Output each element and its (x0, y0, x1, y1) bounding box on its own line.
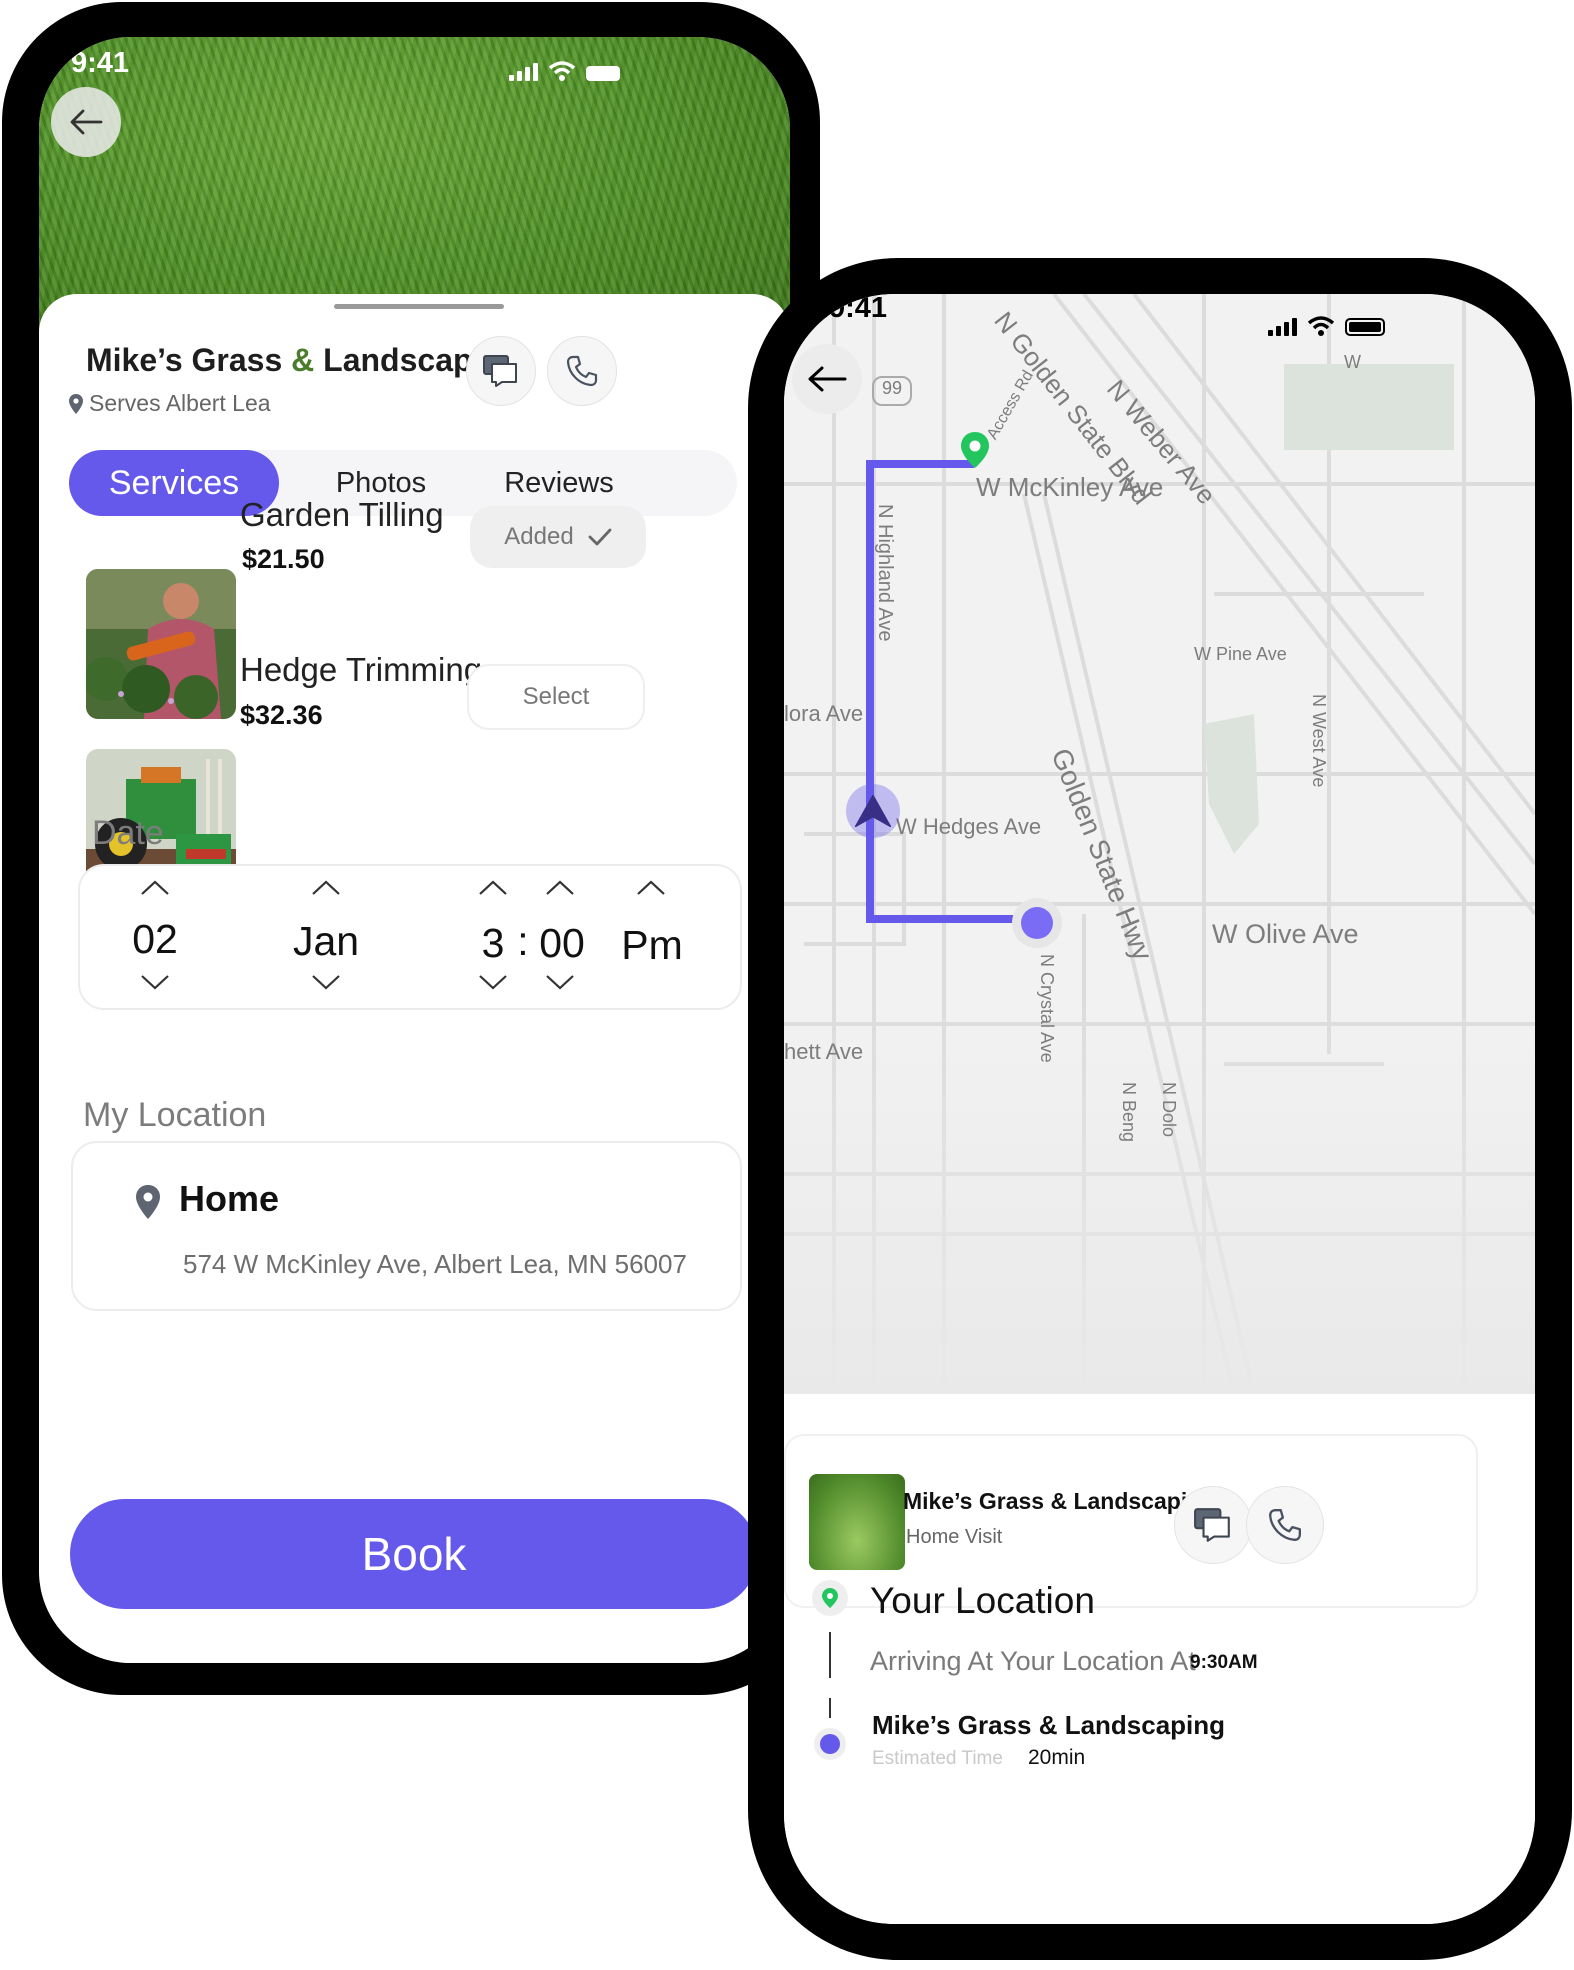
chat-button[interactable] (1174, 1486, 1252, 1564)
location-name: Home (179, 1178, 280, 1219)
location-pin-icon (822, 1588, 838, 1608)
garden-tilling-image (86, 569, 236, 719)
chevron-down-icon[interactable] (478, 974, 508, 990)
select-label: Select (522, 683, 590, 710)
business-name: Mike’s Grass & Landscaping (86, 342, 521, 379)
battery-icon (586, 66, 620, 81)
chat-icon (1194, 1508, 1230, 1542)
booking-screen: 9:41 Mike’s Grass & Landscaping Serves A… (39, 37, 790, 1663)
check-icon (588, 528, 612, 546)
current-position-marker (846, 784, 900, 838)
location-address: 574 W McKinley Ave, Albert Lea, MN 56007 (183, 1249, 687, 1279)
route-map[interactable]: 9:41 N Golden State Blvd N Weber Ave Acc… (784, 294, 1535, 1394)
timeline-provider-name: Mike’s Grass & Landscaping (872, 1710, 1226, 1740)
phone-icon (566, 355, 598, 387)
back-button[interactable] (51, 87, 121, 157)
period-value[interactable]: Pm (610, 922, 694, 969)
chevron-up-icon[interactable] (545, 880, 575, 896)
tracking-info-card: Mike’s Grass & Landscaping Home Visit Yo… (784, 1394, 1535, 1924)
business-name-amp: & (291, 342, 315, 378)
chevron-up-icon[interactable] (636, 880, 666, 896)
hero-grass-image (39, 37, 790, 337)
back-arrow-icon (70, 109, 103, 135)
my-location-label: My Location (83, 1096, 267, 1134)
location-card[interactable]: Home 574 W McKinley Ave, Albert Lea, MN … (71, 1141, 742, 1311)
provider-image (809, 1474, 905, 1570)
timeline-line (829, 1698, 831, 1718)
booking-phone: 9:41 Mike’s Grass & Landscaping Serves A… (2, 2, 820, 1695)
provider-name: Mike’s Grass & Landscaping (903, 1488, 1216, 1514)
added-button[interactable]: Added (470, 506, 646, 568)
estimated-label: Estimated Time (872, 1748, 1003, 1769)
serves-area: Serves Albert Lea (69, 390, 271, 417)
chat-button[interactable] (466, 336, 536, 406)
status-time: 9:41 (71, 47, 130, 79)
chat-icon (483, 355, 517, 387)
phone-icon (1269, 1509, 1301, 1541)
service-name: Hedge Trimming (240, 651, 483, 688)
arriving-text: Arriving At Your Location At (870, 1646, 1196, 1676)
arriving-time: 9:30AM (1190, 1652, 1258, 1673)
book-button[interactable]: Book (70, 1499, 758, 1609)
signal-icon (509, 63, 538, 81)
service-name: Garden Tilling (240, 496, 444, 533)
tracking-phone: 9:41 N Golden State Blvd N Weber Ave Acc… (748, 258, 1572, 1960)
details-sheet: Mike’s Grass & Landscaping Serves Albert… (39, 294, 790, 1663)
location-pin-icon (136, 1185, 160, 1219)
location-pin-icon (69, 393, 83, 414)
added-label: Added (504, 523, 574, 550)
month-value[interactable]: Jan (276, 918, 376, 965)
date-picker: 02 Jan 3 : 00 Pm (78, 864, 742, 1010)
chevron-down-icon[interactable] (311, 974, 341, 990)
start-point-marker (1012, 898, 1062, 948)
date-label: Date (92, 814, 164, 852)
service-price: $21.50 (242, 544, 325, 574)
estimated-value: 20min (1028, 1746, 1086, 1769)
wifi-icon (548, 61, 576, 81)
hour-value[interactable]: 3 (473, 920, 513, 967)
tracking-screen: 9:41 N Golden State Blvd N Weber Ave Acc… (784, 294, 1535, 1924)
chevron-down-icon[interactable] (545, 974, 575, 990)
service-price: $32.36 (240, 700, 323, 730)
call-button[interactable] (1246, 1486, 1324, 1564)
chevron-up-icon[interactable] (478, 880, 508, 896)
timeline-line (829, 1632, 831, 1678)
chevron-down-icon[interactable] (140, 974, 170, 990)
navigation-arrow-icon (855, 795, 891, 827)
minute-value[interactable]: 00 (530, 920, 594, 967)
route-path (866, 460, 1036, 923)
day-value[interactable]: 02 (115, 916, 195, 963)
serves-text: Serves Albert Lea (89, 390, 271, 416)
select-button[interactable]: Select (467, 664, 645, 730)
chevron-up-icon[interactable] (311, 880, 341, 896)
business-name-part: Mike’s Grass (86, 342, 292, 378)
chevron-up-icon[interactable] (140, 880, 170, 896)
call-button[interactable] (547, 336, 617, 406)
sheet-handle[interactable] (334, 304, 504, 309)
your-location-title: Your Location (870, 1580, 1095, 1621)
destination-pin-icon (961, 432, 989, 468)
provider-marker (814, 1728, 846, 1760)
provider-subtitle: Home Visit (906, 1526, 1003, 1548)
your-location-marker (812, 1580, 848, 1616)
status-icons (509, 61, 620, 81)
